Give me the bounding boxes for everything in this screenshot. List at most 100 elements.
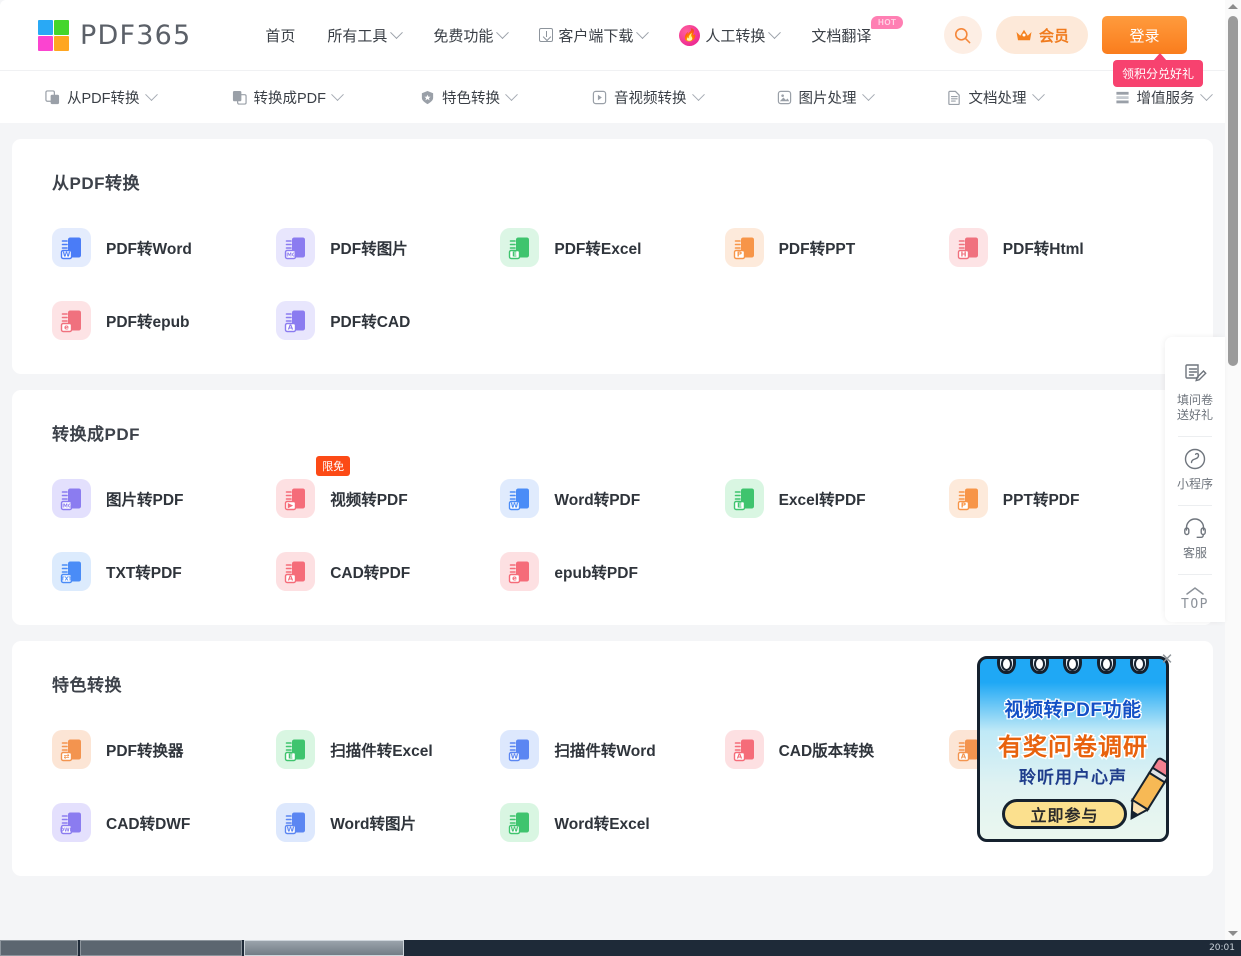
tool-item[interactable]: e PDF转epub — [52, 301, 276, 340]
taskbar-window[interactable] — [0, 940, 78, 956]
popup-join-button[interactable]: 立即参与 — [1002, 799, 1127, 829]
tool-item[interactable]: H PDF转Html — [948, 228, 1173, 267]
tool-item[interactable]: ▶ 视频转PDF 限免 — [276, 456, 500, 518]
close-icon[interactable]: ✕ — [1159, 652, 1175, 668]
tool-grid: W PDF转Word IMG PDF转图片 E PDF转Excel P PDF转PPT H PDF… — [52, 228, 1173, 340]
chevron-down-icon — [1031, 87, 1045, 101]
crown-icon — [1016, 29, 1032, 41]
tool-item[interactable]: ⇄ PDF转换器 — [52, 730, 276, 769]
survey-popup-card[interactable]: 视频转PDF功能 有奖问卷调研 聆听用户心声 立即参与 — [977, 656, 1169, 842]
subnav-item-image[interactable]: 图片处理 — [777, 87, 875, 108]
nav-item-all-tools[interactable]: 所有工具 — [311, 0, 417, 70]
svg-text:W: W — [511, 826, 519, 834]
tool-icon: W — [500, 803, 540, 842]
tool-item[interactable]: A PDF转CAD — [276, 301, 500, 340]
subnav-item-to-pdf[interactable]: 转换成PDF — [232, 87, 344, 108]
subnav-item-value-added[interactable]: 增值服务 — [1115, 87, 1213, 108]
chevron-down-icon — [390, 25, 404, 39]
survey-popup: ✕ 视频转PDF功能 有奖问卷调研 聆听用户心声 立即参与 — [977, 652, 1173, 842]
back-to-top-button[interactable]: TOP — [1165, 575, 1225, 612]
nav-label: 首页 — [265, 27, 296, 45]
tool-icon: W — [52, 228, 91, 267]
svg-text:▶: ▶ — [288, 502, 294, 510]
nav-item-manual-conversion[interactable]: 🔥 人工转换 — [663, 0, 795, 70]
tool-label: epub转PDF — [554, 564, 638, 582]
taskbar-clock: 20:01 — [1209, 943, 1235, 953]
tool-label: Word转PDF — [554, 491, 641, 509]
tool-label: Word转图片 — [330, 815, 417, 833]
rail-item-miniprogram[interactable]: 小程序 — [1165, 437, 1225, 505]
subnav-item-from-pdf[interactable]: 从PDF转换 — [45, 87, 158, 108]
subnav-label: 从PDF转换 — [67, 90, 140, 107]
tool-item[interactable]: IMG PDF转图片 — [276, 228, 500, 267]
tool-item[interactable]: E Excel转PDF — [724, 479, 949, 518]
taskbar-window[interactable] — [80, 940, 242, 956]
tool-item[interactable]: DWF CAD转DWF — [52, 803, 276, 842]
nav-item-free-features[interactable]: 免费功能 — [417, 0, 523, 70]
rail-label-line2: 送好礼 — [1176, 408, 1213, 422]
tool-item[interactable]: A CAD版本转换 — [724, 730, 949, 769]
svg-text:W: W — [287, 826, 295, 834]
tool-label: PDF转换器 — [106, 742, 184, 760]
subnav-item-featured[interactable]: 特色转换 — [420, 87, 518, 108]
logo-text: PDF365 — [80, 19, 192, 51]
tool-item[interactable]: A CAD转PDF — [276, 552, 500, 591]
nav-item-client-download[interactable]: 客户端下载 — [523, 0, 663, 70]
nav-item-home[interactable]: 首页 — [249, 0, 311, 70]
tool-item[interactable]: IMG 图片转PDF — [52, 479, 276, 518]
login-button[interactable]: 登录 — [1102, 16, 1187, 54]
tool-item[interactable]: W Word转图片 — [276, 803, 500, 842]
nav-item-document-translation[interactable]: 文档翻译 HOT — [795, 0, 904, 70]
tool-label: PDF转CAD — [330, 313, 411, 331]
tool-item[interactable]: W Word转Excel — [500, 803, 724, 842]
points-tooltip: 领积分兑好礼 — [1112, 53, 1203, 87]
scroll-down-icon[interactable] — [1228, 931, 1238, 936]
tool-label: PDF转epub — [106, 313, 190, 331]
login-label: 登录 — [1129, 27, 1160, 45]
taskbar-window-active[interactable] — [244, 940, 404, 956]
browser-viewport: PDF365 首页 所有工具 免费功能 客户端下载 🔥 人工转换 文档翻译 HO… — [0, 0, 1241, 956]
header-actions: 会员 登录 — [943, 16, 1225, 54]
logo-grid-icon — [38, 19, 69, 51]
tool-item[interactable]: W Word转PDF — [500, 479, 724, 518]
tool-item[interactable]: W PDF转Word — [52, 228, 276, 267]
tool-label: Excel转PDF — [778, 491, 866, 509]
svg-text:A: A — [736, 753, 742, 761]
chevron-down-icon — [768, 25, 782, 39]
rail-label-line1: 客服 — [1182, 546, 1207, 560]
svg-text:A: A — [288, 575, 294, 583]
subnav-item-document[interactable]: 文档处理 — [947, 87, 1045, 108]
tool-icon: A — [724, 730, 764, 769]
subnav-label: 特色转换 — [442, 90, 500, 107]
subnav-item-media[interactable]: 音视频转换 — [592, 87, 705, 108]
tool-item[interactable]: TXT TXT转PDF — [52, 552, 276, 591]
subnav-label: 转换成PDF — [253, 90, 327, 107]
svg-text:IMG: IMG — [285, 253, 296, 259]
svg-text:P: P — [737, 251, 742, 259]
tool-item[interactable]: E PDF转Excel — [500, 228, 724, 267]
tool-item[interactable]: W 扫描件转Word — [500, 730, 724, 769]
tool-icon: e — [52, 301, 91, 340]
logo[interactable]: PDF365 — [38, 19, 192, 51]
nav-label: 所有工具 — [327, 27, 388, 45]
floating-side-rail: 填问卷 送好礼 小程序 客服 TOP — [1165, 337, 1225, 622]
tool-label: CAD转PDF — [330, 564, 411, 582]
search-button[interactable] — [943, 16, 982, 54]
tool-item[interactable]: P PPT转PDF — [948, 479, 1173, 518]
tool-item[interactable]: E 扫描件转Excel — [276, 730, 500, 769]
spiral-binding — [980, 659, 1166, 678]
chevron-down-icon — [691, 87, 705, 101]
tool-item[interactable]: P PDF转PPT — [724, 228, 949, 267]
scrollbar-thumb[interactable] — [1228, 16, 1238, 366]
rail-item-survey[interactable]: 填问卷 送好礼 — [1165, 353, 1225, 436]
vertical-scrollbar[interactable] — [1225, 0, 1241, 940]
tool-item[interactable]: e epub转PDF — [500, 552, 724, 591]
chevron-down-icon — [1199, 87, 1213, 101]
rail-item-customer-service[interactable]: 客服 — [1165, 506, 1225, 574]
tool-icon: DWF — [52, 803, 91, 842]
image-icon — [777, 90, 791, 104]
tool-grid: IMG 图片转PDF ▶ 视频转PDF 限免 W Word转PDF E Excel转PDF P PP… — [52, 456, 1173, 591]
to-pdf-icon — [232, 90, 247, 105]
vip-button[interactable]: 会员 — [995, 16, 1088, 54]
scroll-up-icon[interactable] — [1228, 4, 1238, 9]
